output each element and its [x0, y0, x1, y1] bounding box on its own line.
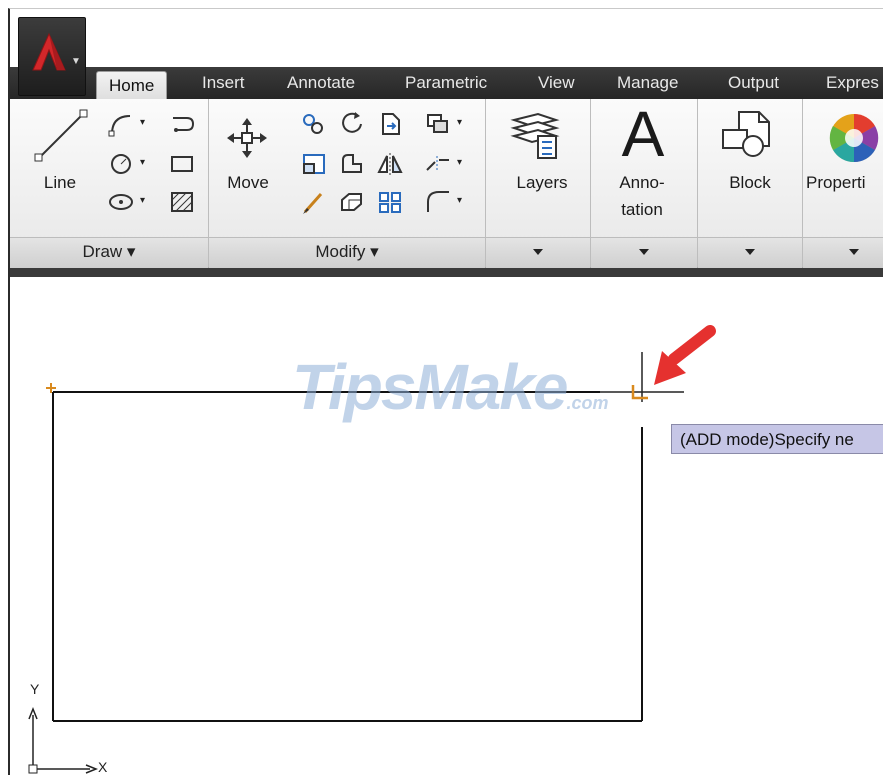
ribbon: Line ▾ ▾ ▾ Draw ▾ Move ▾ ▾ ▾ Modify ▾ La…	[10, 99, 883, 268]
line-button-label[interactable]: Line	[34, 169, 86, 196]
polyline-dropdown-icon[interactable]: ▾	[140, 117, 145, 128]
title-bar	[10, 9, 883, 67]
ucs-y-label: Y	[30, 681, 40, 697]
erase-icon[interactable]	[298, 187, 330, 217]
chevron-down-icon: ▼	[71, 56, 81, 67]
tab-express[interactable]: Expres	[826, 67, 879, 99]
move-button-label[interactable]: Move	[220, 169, 276, 196]
tipsmake-watermark: TipsMake.com	[292, 353, 609, 437]
annotation-label-line1[interactable]: Anno-	[592, 169, 692, 196]
offset-icon[interactable]	[422, 187, 454, 217]
mirror-icon[interactable]	[374, 149, 406, 179]
block-expand-icon[interactable]	[745, 249, 755, 255]
tab-output[interactable]: Output	[728, 67, 779, 99]
explode-icon[interactable]	[336, 187, 368, 217]
tab-view[interactable]: View	[538, 67, 575, 99]
annotation-label-line2[interactable]: tation	[592, 196, 692, 223]
properties-label[interactable]: Properti	[806, 169, 883, 196]
line-icon[interactable]	[30, 105, 92, 169]
ucs-x-label: X	[98, 759, 108, 775]
tab-parametric[interactable]: Parametric	[405, 67, 487, 99]
rectangle-icon[interactable]	[166, 149, 198, 179]
ellipse-dropdown-icon[interactable]: ▾	[140, 195, 145, 206]
block-label[interactable]: Block	[700, 169, 800, 196]
trim-icon[interactable]	[374, 109, 406, 139]
copy-icon[interactable]	[298, 109, 330, 139]
draw-panel-label[interactable]: Draw ▾	[10, 239, 208, 265]
red-arrow-icon	[654, 325, 716, 385]
circle-dropdown-icon[interactable]: ▾	[140, 157, 145, 168]
drawing-canvas[interactable]: TipsMake.com (ADD mode)Specify ne Y X	[10, 277, 883, 775]
layers-expand-icon[interactable]	[533, 249, 543, 255]
watermark-suffix: .com	[566, 393, 609, 413]
fillet-icon[interactable]	[336, 149, 368, 179]
annotation-icon[interactable]: A	[610, 99, 676, 169]
tab-insert[interactable]: Insert	[202, 67, 245, 99]
block-icon[interactable]	[718, 107, 776, 165]
array-icon[interactable]	[374, 187, 406, 217]
application-menu-button[interactable]: ▼	[18, 17, 86, 96]
break-icon[interactable]	[422, 149, 454, 179]
layers-label[interactable]: Layers	[494, 169, 590, 196]
polyline-icon[interactable]	[105, 109, 137, 139]
circle-icon[interactable]	[105, 149, 137, 179]
ribbon-tab-bar: Home Insert Annotate Parametric View Man…	[10, 67, 883, 100]
properties-panel-footer[interactable]	[803, 237, 883, 268]
color-wheel-icon[interactable]	[825, 109, 883, 167]
tab-home[interactable]: Home	[96, 71, 168, 100]
autocad-logo-icon	[32, 32, 66, 71]
layers-icon[interactable]	[507, 107, 565, 165]
stretch-icon[interactable]	[298, 149, 330, 179]
draworder-icon[interactable]	[422, 109, 454, 139]
watermark-text: TipsMake	[292, 351, 568, 423]
tab-annotate[interactable]: Annotate	[287, 67, 355, 99]
autocad-window: ▼ Home Insert Annotate Parametric View M…	[8, 8, 883, 775]
hatch-icon[interactable]	[166, 187, 198, 217]
ribbon-bottom-border	[10, 268, 883, 277]
tab-manage[interactable]: Manage	[617, 67, 678, 99]
break-dropdown-icon[interactable]: ▾	[457, 157, 462, 168]
rotate-icon[interactable]	[336, 109, 368, 139]
arc-icon[interactable]	[166, 109, 198, 139]
command-tooltip: (ADD mode)Specify ne	[671, 424, 883, 454]
move-icon[interactable]	[222, 113, 272, 163]
offset-dropdown-icon[interactable]: ▾	[457, 195, 462, 206]
properties-expand-icon[interactable]	[849, 249, 859, 255]
draworder-dropdown-icon[interactable]: ▾	[457, 117, 462, 128]
ellipse-icon[interactable]	[105, 187, 137, 217]
modify-panel-label[interactable]: Modify ▾	[209, 239, 485, 265]
annotation-expand-icon[interactable]	[639, 249, 649, 255]
